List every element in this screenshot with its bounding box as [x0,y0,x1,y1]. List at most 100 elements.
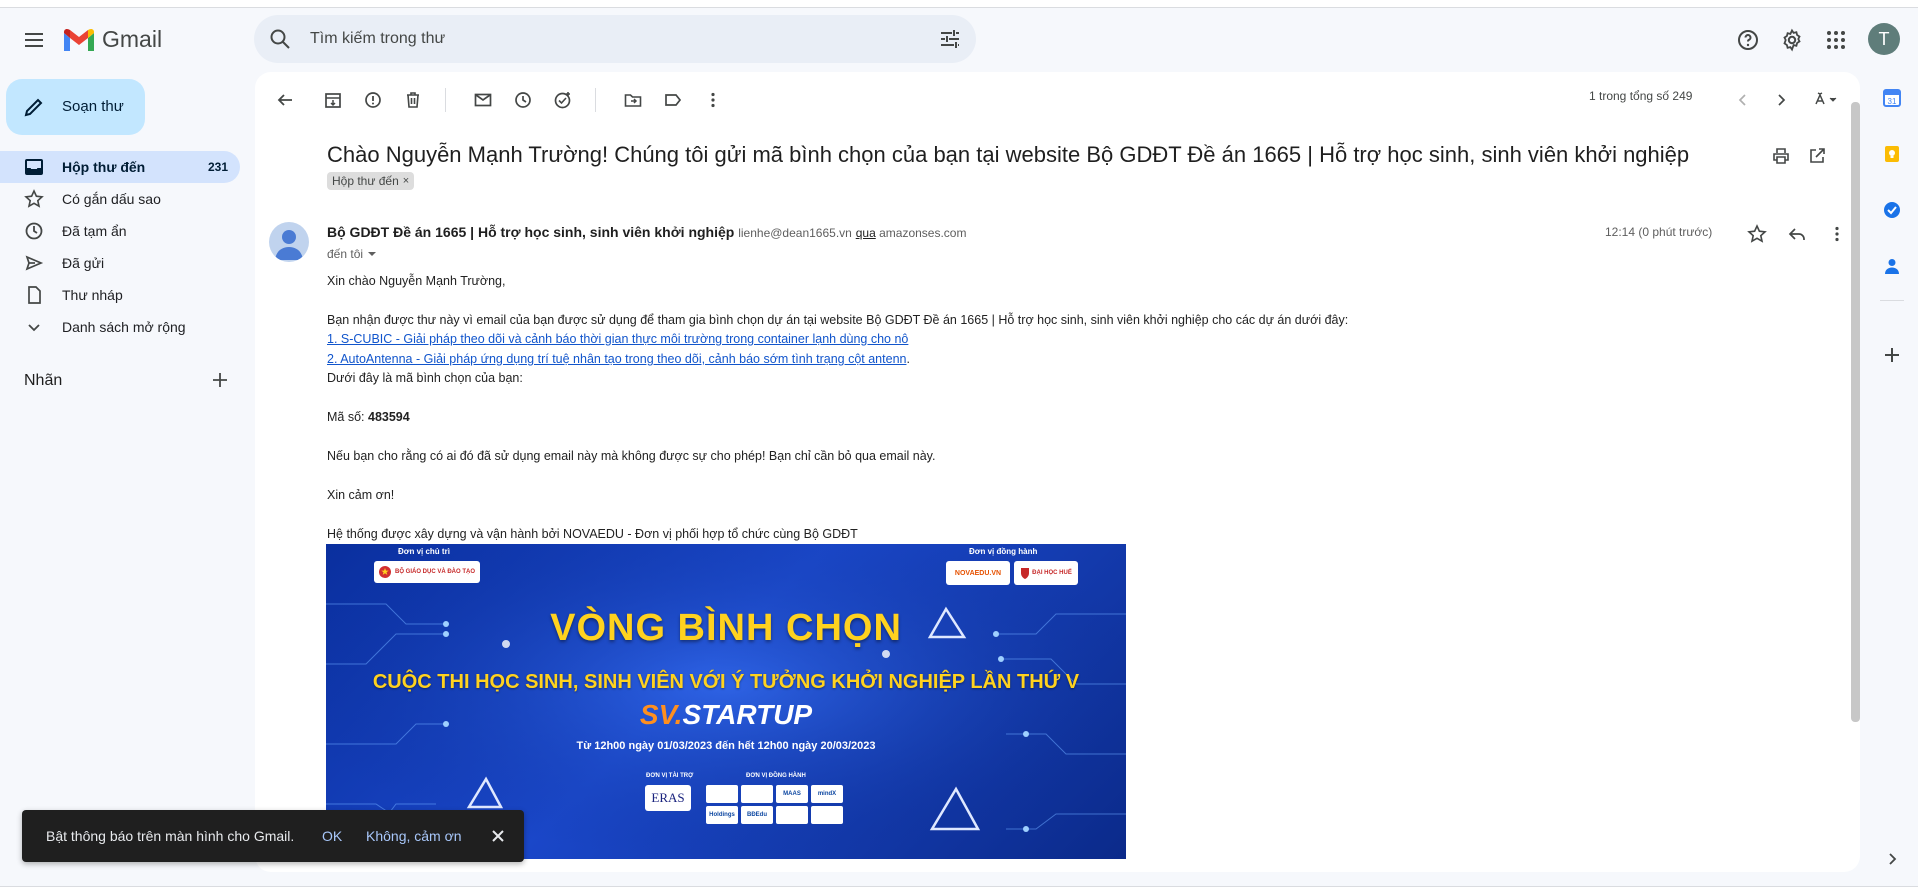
sidebar-item-inbox[interactable]: Hộp thư đến 231 [0,151,240,183]
snackbar-ok-button[interactable]: OK [322,828,342,844]
companion-logo-tile: MAAS [776,785,808,803]
sidebar-item-label: Đã tạm ẩn [62,223,127,239]
snackbar-dismiss-button[interactable]: Không, cảm ơn [366,828,462,844]
body-warning: Nếu bạn cho rằng có ai đó đã sử dụng ema… [327,449,936,463]
account-avatar[interactable]: T [1868,23,1900,55]
input-tools-button[interactable] [1803,82,1849,118]
get-addons-button[interactable] [1874,337,1910,373]
banner-partner-label: Đơn vị đồng hành [969,547,1038,556]
sidebar-item-more[interactable]: Danh sách mở rộng [0,311,240,343]
mark-unread-button[interactable] [465,82,501,118]
pencil-icon [24,98,43,117]
apps-grid-icon [1827,31,1845,49]
older-button[interactable] [1763,82,1799,118]
project-link-1[interactable]: 1. S-CUBIC - Giải pháp theo dõi và cảnh … [327,332,908,346]
contacts-icon [1885,259,1899,274]
send-icon [25,255,44,271]
inbox-label-chip[interactable]: Hộp thư đến × [327,172,415,190]
search-input[interactable] [310,27,870,51]
sender-avatar[interactable] [269,222,309,262]
compose-button[interactable]: Soạn thư [6,79,145,135]
star-icon [24,189,44,208]
search-bar[interactable] [254,15,976,63]
main-menu-button[interactable] [14,20,54,60]
search-icon[interactable] [268,27,292,51]
banner-date-range: Từ 12h00 ngày 01/03/2023 đến hết 12h00 n… [576,740,876,752]
google-apps-button[interactable] [1816,20,1856,60]
add-to-tasks-button[interactable] [545,82,581,118]
search-options-icon[interactable] [938,27,962,51]
print-all-button[interactable] [1763,138,1799,174]
label-icon [665,94,682,106]
open-new-window-button[interactable] [1799,138,1835,174]
show-side-panel-button[interactable] [1874,841,1910,877]
sidebar-item-label: Thư nháp [62,287,123,303]
body-greeting: Xin chào Nguyễn Mạnh Trường, [327,274,506,288]
move-to-button[interactable] [615,82,651,118]
chevron-left-icon [1738,94,1746,106]
bottom-strip [0,886,1918,895]
reply-button[interactable] [1779,216,1815,252]
report-spam-button[interactable] [355,82,391,118]
delete-button[interactable] [395,82,431,118]
snooze-button[interactable] [505,82,541,118]
body-intro: Bạn nhận được thư này vì email của bạn đ… [327,313,1349,327]
scrollbar-thumb[interactable] [1851,102,1860,722]
help-button[interactable] [1728,20,1768,60]
contacts-app-button[interactable] [1874,248,1910,284]
hue-university-logo: ĐẠI HỌC HUẾ [1014,561,1078,585]
back-button[interactable] [267,82,303,118]
settings-button[interactable] [1772,20,1812,60]
more-actions-button[interactable] [695,82,731,118]
via-word[interactable]: qua [856,226,876,240]
vote-code: 483594 [368,410,410,424]
sidebar-item-starred[interactable]: Có gắn dấu sao [0,183,240,215]
top-strip [0,0,1918,8]
sender-name[interactable]: Bộ GDĐT Đề án 1665 | Hỗ trợ học sinh, si… [327,224,734,240]
recipient-details[interactable]: đến tôi [327,247,377,261]
companion-logo-tile [741,785,773,803]
person-icon [275,230,303,260]
plus-icon [213,373,227,387]
more-vert-icon [1835,226,1839,242]
snackbar-close-button[interactable] [486,824,510,848]
keyboard-language-icon [1815,92,1837,105]
chevron-right-icon [1778,94,1786,106]
sv-startup-logo: SV.STARTUP [326,699,1126,731]
calendar-app-button[interactable]: 31 [1874,80,1910,116]
companion-logo-tile [776,806,808,824]
archive-button[interactable] [315,82,351,118]
sidebar-item-label: Đã gửi [62,255,105,271]
gmail-logo[interactable]: Gmail [62,26,162,53]
rail-divider [1880,300,1904,301]
project-link-2[interactable]: 2. AutoAntenna - Giải pháp ứng dụng trí … [327,352,906,366]
clock-icon [25,222,43,240]
reply-icon [1788,228,1805,240]
create-label-button[interactable] [204,364,236,396]
banner-subtitle: CUỘC THI HỌC SINH, SINH VIÊN VỚI Ý TƯỞNG… [372,671,1080,693]
code-label: Mã số: [327,410,365,424]
banner-host-label: Đơn vị chủ trì [398,547,450,556]
keep-app-button[interactable] [1874,136,1910,172]
toolbar-divider [445,88,446,112]
shield-icon [1021,568,1030,579]
folder-move-icon [624,94,642,107]
star-button[interactable] [1739,216,1775,252]
chevron-down-icon [28,324,40,332]
add-task-icon [554,92,571,109]
newer-button[interactable] [1725,82,1761,118]
body-link-row: 2. AutoAntenna - Giải pháp ứng dụng trí … [327,352,910,366]
page-count: 1 trong tổng số 249 [1589,89,1693,103]
email-subject: Chào Nguyễn Mạnh Trường! Chúng tôi gửi m… [327,142,1690,167]
moet-logo: BỘ GIÁO DỤC VÀ ĐÀO TẠO [374,561,480,583]
sidebar-item-drafts[interactable]: Thư nháp [0,279,240,311]
sidebar-item-snoozed[interactable]: Đã tạm ẩn [0,215,240,247]
vietnam-emblem-icon [379,566,391,578]
via-domain: amazonses.com [879,226,967,240]
tasks-app-button[interactable] [1874,192,1910,228]
remove-label-icon[interactable]: × [403,175,409,187]
sidebar-item-sent[interactable]: Đã gửi [0,247,240,279]
message-more-button[interactable] [1819,216,1855,252]
open-external-icon [1810,148,1825,163]
labels-button[interactable] [655,82,691,118]
